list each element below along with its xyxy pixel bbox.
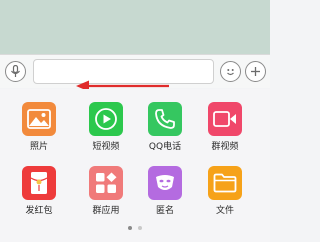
- photo-tile: [22, 102, 56, 136]
- image-icon: [27, 109, 51, 129]
- phone-icon: [155, 109, 175, 129]
- more-button[interactable]: [245, 61, 266, 82]
- app-anonymous[interactable]: 匿名: [140, 166, 190, 228]
- group-video-tile: [208, 102, 242, 136]
- app-file[interactable]: 文件: [200, 166, 250, 228]
- play-icon: [95, 108, 117, 130]
- plus-icon: [251, 67, 260, 76]
- folder-icon: [213, 173, 237, 193]
- mask-icon: [156, 175, 174, 190]
- short-video-tile: [89, 102, 123, 136]
- app-label: 群应用: [92, 206, 120, 216]
- app-label: 照片: [29, 142, 48, 152]
- page-indicator: [0, 226, 270, 232]
- qq-call-tile: [148, 102, 182, 136]
- red-packet-icon: [30, 172, 48, 194]
- app-grid-icon: [96, 172, 117, 193]
- app-label: 群视频: [211, 142, 239, 152]
- app-photo[interactable]: 照片: [14, 102, 64, 164]
- app-label: 文件: [215, 206, 234, 216]
- app-label: 短视频: [92, 142, 120, 152]
- app-short-video[interactable]: 短视频: [81, 102, 131, 164]
- microphone-icon: [11, 65, 20, 77]
- page-dot-active: [128, 226, 132, 230]
- group-apps-tile: [89, 166, 123, 200]
- red-packet-tile: [22, 166, 56, 200]
- smile-icon: [227, 69, 234, 76]
- app-panel: 照片 短视频 QQ电话 群视频 发红包 群应用 匿名 文件: [0, 89, 270, 242]
- app-label: 匿名: [155, 206, 174, 216]
- app-group-apps[interactable]: 群应用: [81, 166, 131, 228]
- app-group-video[interactable]: 群视频: [200, 102, 250, 164]
- app-qq-call[interactable]: QQ电话: [140, 102, 190, 164]
- anonymous-tile: [148, 166, 182, 200]
- emoji-button[interactable]: [220, 61, 241, 82]
- page-dot: [138, 226, 142, 230]
- app-red-packet[interactable]: 发红包: [14, 166, 64, 228]
- app-label: QQ电话: [148, 142, 182, 152]
- chat-message-area: [0, 0, 270, 54]
- voice-button[interactable]: [5, 61, 26, 82]
- video-camera-icon: [213, 111, 236, 127]
- file-tile: [208, 166, 242, 200]
- app-label: 发红包: [25, 206, 53, 216]
